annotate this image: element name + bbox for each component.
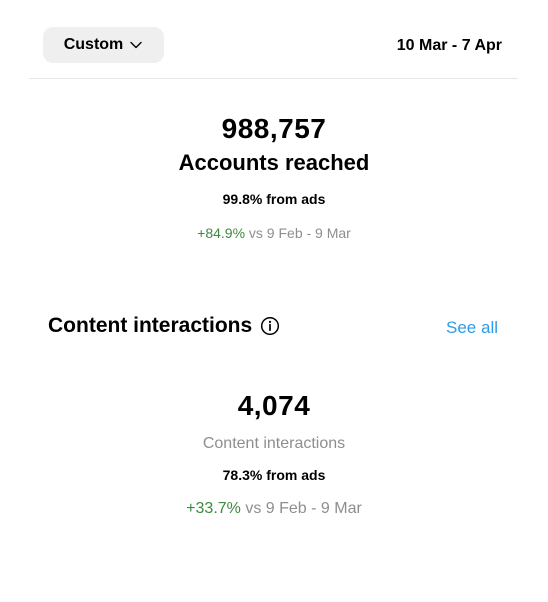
content-interactions-header: Content interactions <box>48 314 280 338</box>
reach-change-value: +84.9% <box>197 225 246 241</box>
info-icon[interactable] <box>260 316 280 336</box>
interactions-change-value: +33.7% <box>186 500 241 517</box>
reach-ads-share: 99.8% from ads <box>222 191 326 207</box>
see-all-link[interactable]: See all <box>446 318 498 338</box>
accounts-reached-value: 988,757 <box>221 113 327 144</box>
interactions-ads-share: 78.3% from ads <box>222 467 326 483</box>
chevron-down-icon <box>130 41 142 49</box>
section-title: Content interactions <box>48 314 253 337</box>
date-range-dropdown-label: Custom <box>63 36 124 53</box>
reach-comparison-period: vs 9 Feb - 9 Mar <box>248 225 351 241</box>
content-interactions-label: Content interactions <box>202 435 346 452</box>
accounts-reached-label: Accounts reached <box>178 150 370 175</box>
content-interactions-value: 4,074 <box>237 390 311 421</box>
header-divider <box>29 78 518 79</box>
interactions-comparison-period: vs 9 Feb - 9 Mar <box>245 500 362 517</box>
interactions-comparison: +33.7% vs 9 Feb - 9 Mar <box>0 500 548 518</box>
header: Custom 10 Mar - 7 Apr <box>0 0 548 79</box>
date-range-dropdown-button[interactable]: Custom <box>43 27 164 63</box>
date-range-text: 10 Mar - 7 Apr <box>396 37 502 54</box>
reach-comparison: +84.9% vs 9 Feb - 9 Mar <box>0 225 548 241</box>
